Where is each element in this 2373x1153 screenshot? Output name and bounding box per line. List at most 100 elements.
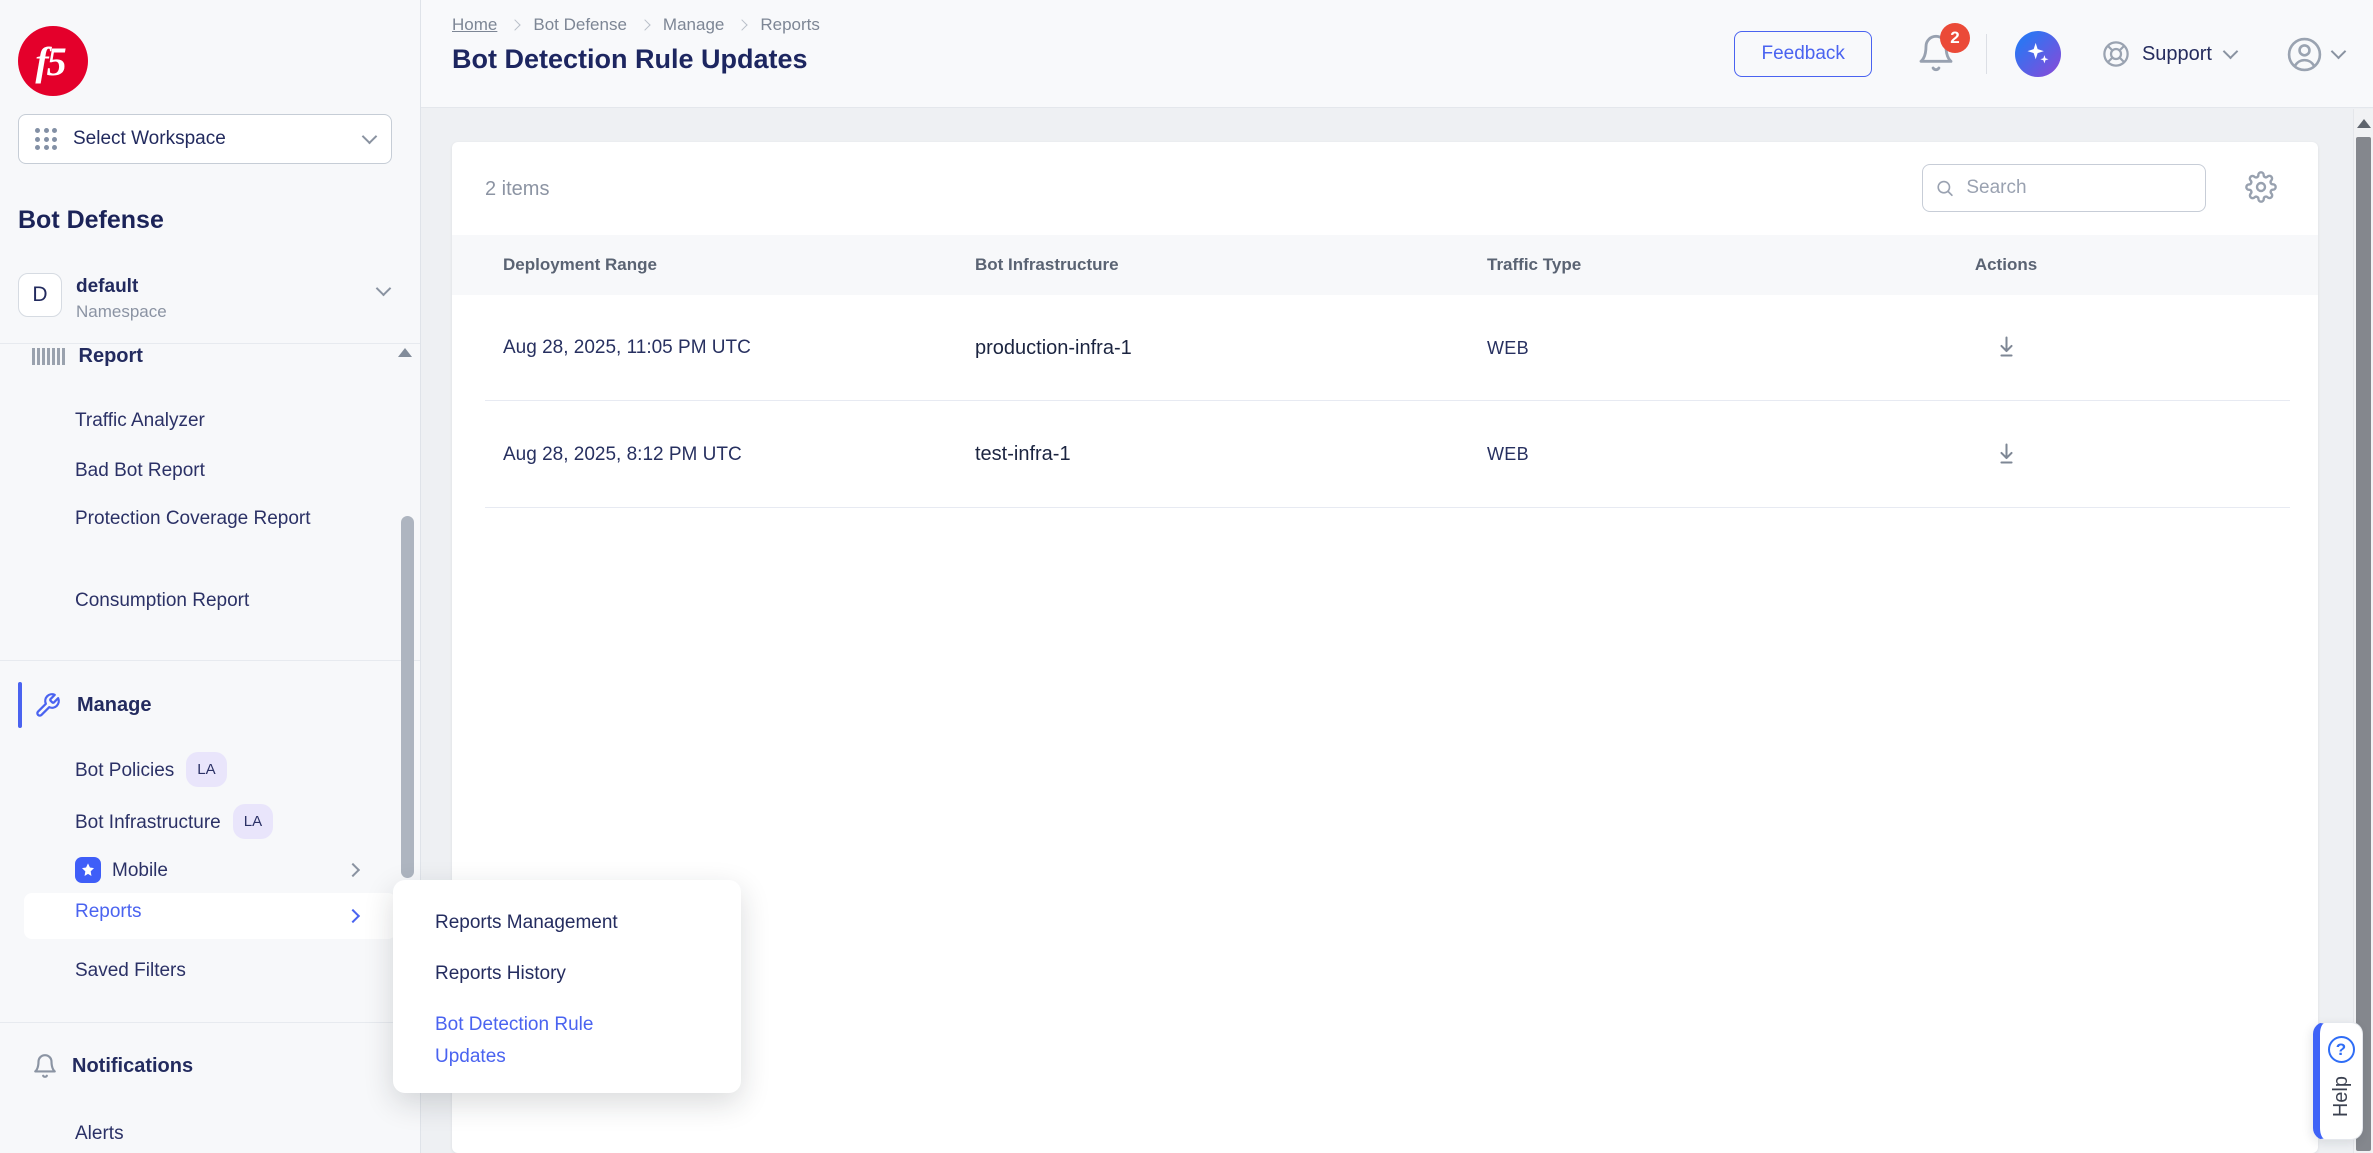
cell-deployment-range: Aug 28, 2025, 11:05 PM UTC <box>452 337 924 359</box>
sidebar-section-report[interactable]: Report <box>32 344 143 378</box>
support-label: Support <box>2142 43 2212 66</box>
chevron-down-icon <box>2331 44 2347 60</box>
header-actions: Feedback 2 Support <box>1734 0 2344 108</box>
namespace-avatar: D <box>18 273 62 317</box>
sidebar-menu: Report Traffic Analyzer Bad Bot Report P… <box>0 344 420 1153</box>
f5-logo[interactable]: f5 <box>18 26 88 96</box>
cell-bot-infrastructure: production-infra-1 <box>924 337 1436 360</box>
ai-assistant-button[interactable] <box>2015 31 2061 77</box>
sidebar-item-protection-coverage-report[interactable]: Protection Coverage Report <box>75 503 345 534</box>
page-scrollbar-thumb[interactable] <box>2356 137 2371 1151</box>
page-title: Bot Detection Rule Updates <box>452 44 808 75</box>
chevron-right-icon <box>346 909 360 923</box>
breadcrumb-manage[interactable]: Manage <box>663 15 724 35</box>
account-menu[interactable] <box>2286 36 2344 73</box>
chevron-down-icon <box>376 281 392 297</box>
sidebar-section-manage[interactable]: Manage <box>34 683 151 727</box>
sidebar-scroll-up-arrow[interactable] <box>398 348 412 357</box>
search-icon <box>1935 177 1954 199</box>
active-section-indicator <box>18 682 22 728</box>
top-header-band: Home Bot Defense Manage Reports Bot Dete… <box>421 0 2373 108</box>
chevron-right-icon <box>737 19 748 30</box>
la-badge: LA <box>233 804 273 839</box>
workspace-selector-label: Select Workspace <box>73 128 364 150</box>
breadcrumb-bot-defense[interactable]: Bot Defense <box>533 15 627 35</box>
chevron-right-icon <box>510 19 521 30</box>
star-badge-icon <box>75 857 101 883</box>
download-icon <box>1993 333 2020 360</box>
sidebar-scrollbar-thumb[interactable] <box>401 516 414 878</box>
table-row: Aug 28, 2025, 8:12 PM UTC test-infra-1 W… <box>452 401 2318 508</box>
scrollbar-up-arrow[interactable] <box>2357 119 2371 128</box>
notification-count-badge: 2 <box>1940 23 1970 53</box>
sidebar-item-traffic-analyzer[interactable]: Traffic Analyzer <box>75 405 205 436</box>
cell-bot-infrastructure: test-infra-1 <box>924 443 1436 466</box>
section-label: Notifications <box>72 1055 193 1078</box>
workspace-grid-icon <box>35 128 57 150</box>
la-badge: LA <box>186 752 226 787</box>
sidebar: f5 Select Workspace Bot Defense D defaul… <box>0 0 421 1153</box>
sidebar-item-reports[interactable]: Reports <box>24 893 396 939</box>
workspace-selector[interactable]: Select Workspace <box>18 114 392 164</box>
help-tab-label: Help <box>2330 1076 2353 1117</box>
product-title: Bot Defense <box>18 206 164 235</box>
search-input[interactable] <box>1966 177 2193 199</box>
breadcrumb-reports[interactable]: Reports <box>760 15 820 35</box>
bar-chart-icon <box>32 348 65 365</box>
sidebar-item-alerts[interactable]: Alerts <box>75 1118 124 1149</box>
column-header-deployment-range: Deployment Range <box>452 255 924 275</box>
help-question-icon: ? <box>2328 1036 2355 1063</box>
help-tab[interactable]: ? Help <box>2313 1022 2363 1140</box>
divider <box>0 1022 420 1023</box>
item-label: Mobile <box>112 855 168 886</box>
sidebar-item-bad-bot-report[interactable]: Bad Bot Report <box>75 455 205 486</box>
section-label: Report <box>79 345 143 368</box>
breadcrumb-home[interactable]: Home <box>452 15 497 35</box>
section-label: Manage <box>77 694 151 717</box>
gear-icon <box>2245 171 2277 203</box>
sparkle-icon <box>2024 40 2052 68</box>
breadcrumb: Home Bot Defense Manage Reports <box>452 15 820 35</box>
chevron-right-icon <box>639 19 650 30</box>
sidebar-item-mobile[interactable]: Mobile <box>0 855 420 886</box>
chevron-down-icon <box>2223 44 2239 60</box>
sidebar-section-notifications[interactable]: Notifications <box>32 1044 193 1088</box>
cell-deployment-range: Aug 28, 2025, 8:12 PM UTC <box>452 444 924 466</box>
submenu-item-reports-management[interactable]: Reports Management <box>435 907 713 939</box>
table-settings-button[interactable] <box>2244 171 2278 205</box>
download-button[interactable] <box>1989 329 2024 367</box>
search-box <box>1922 164 2206 212</box>
namespace-type-label: Namespace <box>76 302 167 322</box>
sidebar-item-saved-filters[interactable]: Saved Filters <box>75 955 186 986</box>
sidebar-item-bot-policies[interactable]: Bot Policies LA <box>75 752 227 787</box>
chevron-down-icon <box>362 129 378 145</box>
chevron-right-icon <box>346 863 360 877</box>
column-header-actions: Actions <box>1856 255 2156 275</box>
items-count: 2 items <box>485 178 549 201</box>
download-icon <box>1993 440 2020 467</box>
user-avatar-icon <box>2286 36 2323 73</box>
item-label: Reports <box>75 901 142 923</box>
lifebuoy-icon <box>2101 39 2131 69</box>
column-header-traffic-type: Traffic Type <box>1436 255 1856 275</box>
cell-traffic-type: WEB <box>1436 444 1856 465</box>
sidebar-item-bot-infrastructure[interactable]: Bot Infrastructure LA <box>75 804 273 839</box>
feedback-button[interactable]: Feedback <box>1734 31 1871 77</box>
reports-flyout-menu: Reports Management Reports History Bot D… <box>393 880 741 1093</box>
submenu-item-bot-detection-rule-updates[interactable]: Bot Detection Rule Updates <box>435 1009 650 1073</box>
divider <box>1986 34 1987 74</box>
support-menu[interactable]: Support <box>2101 39 2236 69</box>
page-scrollbar <box>2353 109 2373 1153</box>
item-label: Bot Infrastructure <box>75 812 221 833</box>
submenu-item-reports-history[interactable]: Reports History <box>435 958 713 990</box>
sidebar-item-consumption-report[interactable]: Consumption Report <box>75 585 249 616</box>
bell-icon <box>32 1053 58 1079</box>
item-label: Bot Policies <box>75 760 174 781</box>
download-button[interactable] <box>1989 436 2024 474</box>
table-header-row: Deployment Range Bot Infrastructure Traf… <box>452 235 2318 295</box>
cell-traffic-type: WEB <box>1436 338 1856 359</box>
divider <box>0 660 420 661</box>
table-row: Aug 28, 2025, 11:05 PM UTC production-in… <box>452 295 2318 401</box>
notifications-button[interactable]: 2 <box>1916 31 1958 77</box>
column-header-bot-infrastructure: Bot Infrastructure <box>924 255 1436 275</box>
